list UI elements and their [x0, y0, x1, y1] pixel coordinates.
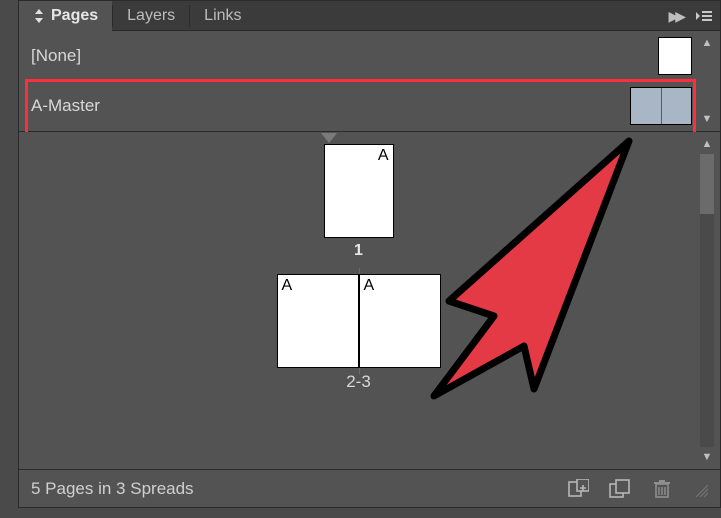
panel-tabbar: Pages Layers Links ▶▶	[19, 1, 720, 31]
new-page-icon[interactable]	[608, 477, 632, 501]
tabbar-right-controls: ▶▶	[668, 1, 712, 31]
trash-icon[interactable]	[650, 477, 674, 501]
masters-scrollbar[interactable]: ▲ ▼	[698, 35, 716, 127]
scroll-down-icon[interactable]: ▼	[699, 449, 715, 465]
tab-label: Layers	[127, 7, 175, 25]
master-label: [None]	[31, 46, 658, 66]
master-indicator: A	[364, 277, 375, 295]
master-indicator: A	[282, 277, 293, 295]
tab-layers[interactable]: Layers	[113, 1, 189, 31]
master-indicator: A	[378, 147, 389, 165]
collapse-icon[interactable]: ▶▶	[668, 8, 682, 25]
edit-page-size-icon[interactable]	[566, 477, 590, 501]
page-thumb-1[interactable]: A	[324, 144, 394, 238]
masters-section: [None] A-Master ▲ ▼	[19, 31, 720, 132]
page-thumb-2[interactable]: A	[277, 274, 359, 368]
master-row-none[interactable]: [None]	[19, 31, 720, 81]
status-text: 5 Pages in 3 Spreads	[31, 479, 548, 499]
page-number-label: 1	[354, 242, 363, 260]
tab-label: Links	[204, 7, 241, 25]
master-thumb-spread	[630, 87, 692, 125]
resize-grip-icon[interactable]	[692, 481, 708, 497]
master-thumb-none	[658, 37, 692, 75]
scroll-track[interactable]	[700, 154, 714, 447]
master-row-a-master[interactable]: A-Master	[19, 81, 720, 131]
scroll-up-icon[interactable]: ▲	[699, 136, 715, 152]
spread-thumb-2-3[interactable]: A A	[277, 274, 441, 368]
tab-label: Pages	[51, 7, 98, 25]
pages-panel: Pages Layers Links ▶▶ [None]	[18, 0, 721, 508]
tab-pages[interactable]: Pages	[19, 1, 112, 31]
pages-scrollbar[interactable]: ▲ ▼	[698, 136, 716, 465]
panel-footer: 5 Pages in 3 Spreads	[19, 469, 720, 507]
pages-canvas[interactable]: A 1 A A 2-3	[19, 132, 698, 469]
page-thumb-3[interactable]: A	[359, 274, 441, 368]
scroll-thumb[interactable]	[700, 154, 714, 214]
panel-arrows-icon	[33, 9, 45, 23]
pages-section: A 1 A A 2-3 ▲ ▼	[19, 132, 720, 469]
tab-links[interactable]: Links	[190, 1, 255, 31]
spread-number-label: 2-3	[346, 372, 371, 392]
scroll-up-icon[interactable]: ▲	[699, 35, 715, 51]
master-label: A-Master	[31, 96, 630, 116]
panel-menu-icon[interactable]	[696, 9, 712, 23]
scroll-down-icon[interactable]: ▼	[699, 111, 715, 127]
